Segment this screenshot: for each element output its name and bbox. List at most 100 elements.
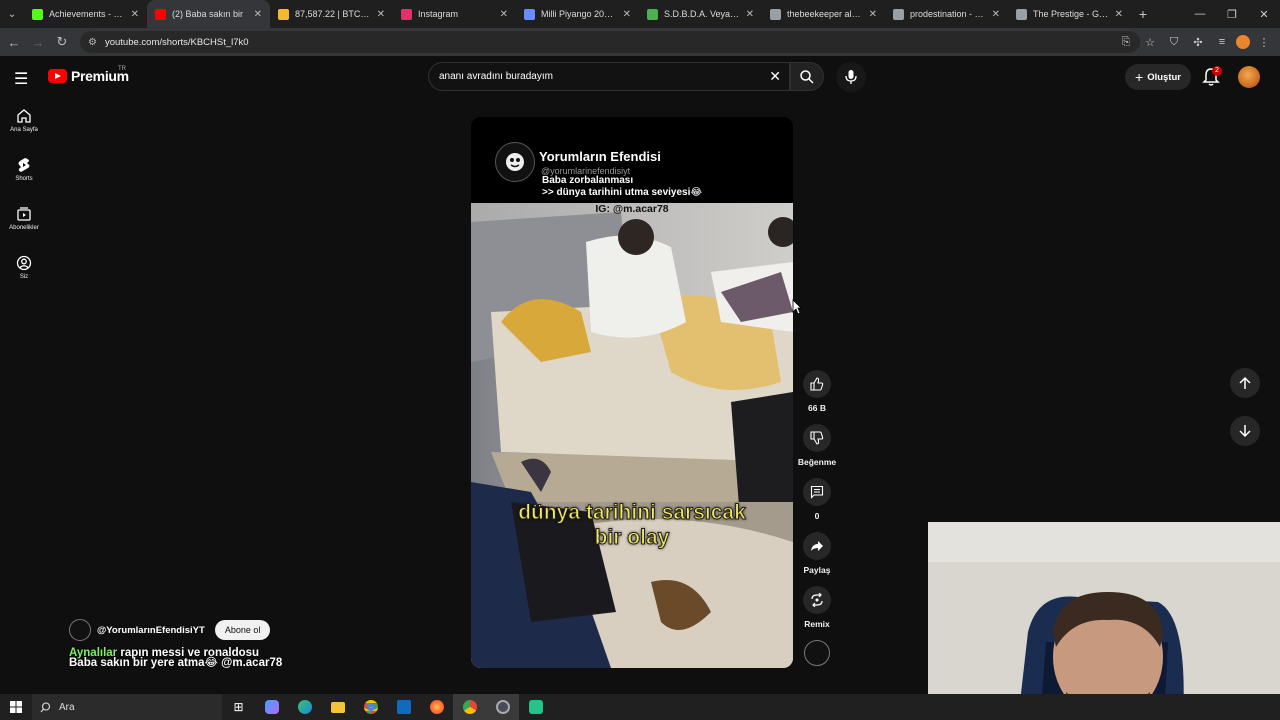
- like-action: 66 B: [795, 370, 839, 413]
- minimize-icon[interactable]: —: [1184, 0, 1216, 28]
- close-tab-icon[interactable]: ✕: [131, 9, 139, 20]
- comments-button[interactable]: [803, 478, 831, 506]
- menu-icon[interactable]: ☰: [14, 69, 28, 89]
- back-icon[interactable]: ←: [2, 28, 26, 56]
- close-tab-icon[interactable]: ✕: [377, 9, 385, 20]
- sidebar-item-you[interactable]: Siz: [0, 247, 48, 296]
- start-button[interactable]: [0, 694, 32, 720]
- sound-source-action: [795, 640, 839, 666]
- microphone-icon: [845, 70, 857, 84]
- taskbar-search[interactable]: Ara: [32, 694, 222, 720]
- file-explorer-icon[interactable]: [321, 694, 354, 720]
- comment-action: 0: [795, 478, 839, 521]
- close-tab-icon[interactable]: ✕: [869, 9, 877, 20]
- task-view-icon[interactable]: ⊞: [222, 694, 255, 720]
- chrome-active-icon[interactable]: [453, 694, 486, 720]
- search-input[interactable]: ananı avradını buradayım ✕: [428, 62, 790, 91]
- tab-title: (2) Baba sakın bir: [172, 9, 244, 19]
- reload-icon[interactable]: ↻: [50, 28, 74, 56]
- overlay-line-2: Baba sakın bir yere atma😂 @m.acar78: [69, 657, 283, 669]
- tab-favicon-icon: [770, 8, 781, 20]
- arrow-down-icon: [1239, 425, 1251, 438]
- previous-short-button[interactable]: [1230, 368, 1260, 398]
- close-tab-icon[interactable]: ✕: [746, 9, 754, 20]
- create-label: Oluştur: [1147, 71, 1181, 83]
- browser-tab[interactable]: prodestination - Goo ✕: [885, 0, 1008, 28]
- browser-tab[interactable]: 87,587.22 | BTC USDT ✕: [270, 0, 393, 28]
- account-avatar[interactable]: [1238, 66, 1260, 88]
- channel-logo: [495, 142, 535, 182]
- comment-icon: [810, 485, 824, 499]
- browser-tab[interactable]: Milli Piyango 2026 Yı ✕: [516, 0, 639, 28]
- new-tab-button[interactable]: +: [1131, 6, 1155, 22]
- close-tab-icon[interactable]: ✕: [254, 9, 262, 20]
- close-tab-icon[interactable]: ✕: [623, 9, 631, 20]
- channel-avatar[interactable]: [69, 619, 91, 641]
- profile-avatar[interactable]: [1236, 35, 1250, 49]
- search-button[interactable]: [790, 62, 824, 91]
- webcam-overlay: [928, 522, 1280, 720]
- sidebar-item-label: Shorts: [15, 176, 33, 182]
- browser-tab[interactable]: thebeekeeper altyaz ✕: [762, 0, 885, 28]
- copilot-icon[interactable]: [255, 694, 288, 720]
- bookmark-star-icon[interactable]: ☆: [1140, 32, 1160, 52]
- channel-bar: @YorumlarınEfendisiYT Abone ol: [69, 619, 271, 641]
- install-app-icon[interactable]: ⎘: [1116, 32, 1136, 52]
- browser-tab[interactable]: Instagram ✕: [393, 0, 516, 28]
- shield-icon[interactable]: ⛉: [1164, 32, 1184, 52]
- remix-button[interactable]: [803, 586, 831, 614]
- browser-tab[interactable]: The Prestige - Googl ✕: [1008, 0, 1131, 28]
- sidebar-item-label: Ana Sayfa: [10, 127, 38, 133]
- channel-handle-link[interactable]: @YorumlarınEfendisiYT: [97, 625, 205, 636]
- url-bar[interactable]: ⚙ youtube.com/shorts/KBCHSt_l7k0: [80, 31, 1140, 53]
- next-short-button[interactable]: [1230, 416, 1260, 446]
- browser-tab[interactable]: Achievements - Kick ✕: [24, 0, 147, 28]
- site-info-icon[interactable]: ⚙: [88, 37, 97, 48]
- sidebar-item-subscriptions[interactable]: Abonelikler: [0, 198, 48, 247]
- tab-title: Achievements - Kick: [49, 9, 125, 19]
- browser-menu-icon[interactable]: ⋮: [1254, 32, 1274, 52]
- clear-search-icon[interactable]: ✕: [769, 68, 781, 85]
- sidebar-item-home[interactable]: Ana Sayfa: [0, 100, 48, 149]
- channel-logo-face-icon: [506, 153, 524, 171]
- short-video-player[interactable]: Yorumların Efendisi @yorumlarinefendisiy…: [471, 117, 793, 668]
- close-tab-icon[interactable]: ✕: [1115, 9, 1123, 20]
- youtube-header: ☰ Premium TR ananı avradını buradayım ✕ …: [0, 56, 1280, 98]
- obs-icon[interactable]: [486, 694, 519, 720]
- channel-sound-avatar[interactable]: [804, 640, 830, 666]
- subscribe-button[interactable]: Abone ol: [214, 620, 271, 640]
- tab-title: 87,587.22 | BTC USDT: [295, 9, 371, 19]
- dislike-button[interactable]: [803, 424, 831, 452]
- like-count: 66 B: [808, 403, 826, 413]
- browser-tab[interactable]: S.D.B.D.A. Veyahut Ya ✕: [639, 0, 762, 28]
- edge-browser-icon[interactable]: [288, 694, 321, 720]
- restore-icon[interactable]: ❐: [1216, 0, 1248, 28]
- you-icon: [16, 255, 32, 271]
- like-button[interactable]: [803, 370, 831, 398]
- firefox-icon[interactable]: [420, 694, 453, 720]
- share-button[interactable]: [803, 532, 831, 560]
- extensions-icon[interactable]: ✣: [1188, 32, 1208, 52]
- dislike-label: Beğenme: [797, 457, 837, 467]
- tab-search-icon[interactable]: ⌄: [0, 0, 24, 28]
- youtube-premium-logo[interactable]: Premium: [48, 68, 129, 84]
- browser-tab[interactable]: (2) Baba sakın bir ✕: [147, 0, 270, 28]
- browser-tab-strip: ⌄ Achievements - Kick ✕ (2) Baba sakın bir…: [0, 0, 1280, 28]
- outlook-icon[interactable]: [387, 694, 420, 720]
- voice-search-button[interactable]: [836, 62, 866, 92]
- tab-favicon-icon: [278, 8, 289, 20]
- close-tab-icon[interactable]: ✕: [992, 9, 1000, 20]
- close-window-icon[interactable]: ✕: [1248, 0, 1280, 28]
- video-subtitle: dünya tarihini sarsıcak bir olay: [471, 500, 793, 550]
- stream-overlay-text: Aynalılar rapın messi ve ronaldosu Baba …: [69, 647, 283, 669]
- tab-title: S.D.B.D.A. Veyahut Ya: [664, 9, 740, 19]
- sidebar-item-shorts[interactable]: Shorts: [0, 149, 48, 198]
- tab-list-icon[interactable]: ≡: [1212, 32, 1232, 52]
- notification-badge: 2: [1212, 66, 1222, 76]
- short-header-overlay: Yorumların Efendisi @yorumlarinefendisiy…: [471, 117, 793, 203]
- chrome-icon[interactable]: [354, 694, 387, 720]
- forward-icon[interactable]: →: [26, 28, 50, 56]
- streaming-app-icon[interactable]: [519, 694, 552, 720]
- create-button[interactable]: + Oluştur: [1125, 64, 1191, 90]
- close-tab-icon[interactable]: ✕: [500, 9, 508, 20]
